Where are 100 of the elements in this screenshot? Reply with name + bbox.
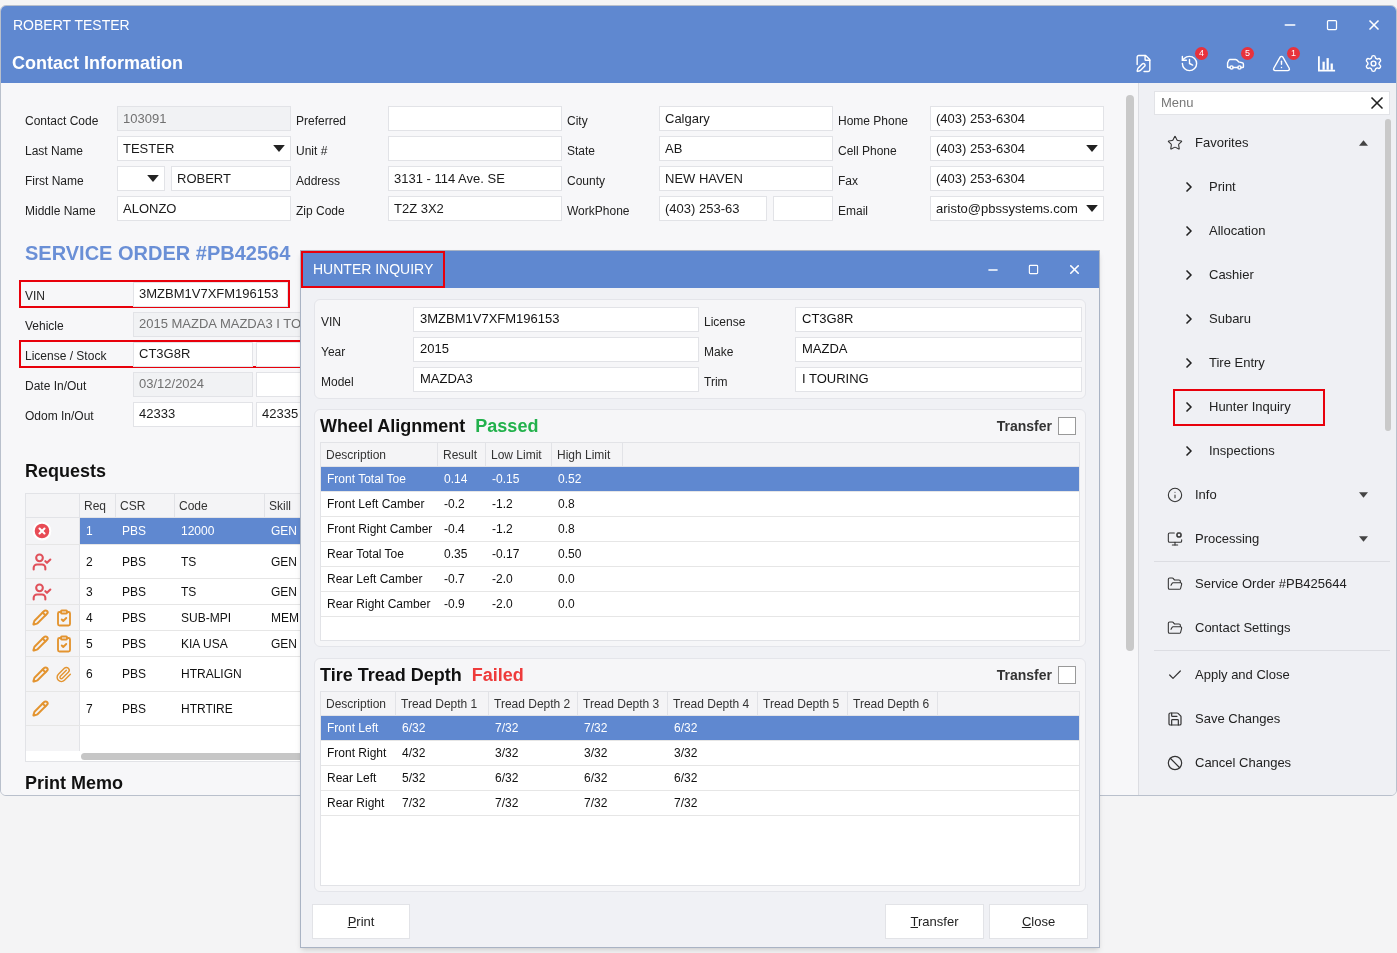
dropdown-caret-icon[interactable] (1359, 536, 1368, 542)
menu-item[interactable]: Save Changes (1154, 697, 1390, 741)
text-field[interactable]: CT3G8R (795, 306, 1082, 332)
menu-item[interactable]: Inspections (1173, 432, 1325, 470)
menu-search-input[interactable]: Menu (1161, 93, 1367, 113)
text-field[interactable]: NEW HAVEN (659, 166, 833, 191)
text-field[interactable]: CT3G8R (133, 341, 253, 367)
menu-item[interactable]: Favorites (1154, 121, 1390, 165)
menu-item[interactable]: Tire Entry (1173, 344, 1325, 382)
text-field[interactable] (256, 371, 301, 397)
menu-item[interactable]: Service Order #PB425644 (1154, 562, 1390, 606)
dropdown-field[interactable]: (403) 253-6304 (930, 136, 1104, 161)
field-label: Zip Code (296, 202, 346, 220)
text-field[interactable]: T2Z 3X2 (388, 196, 562, 221)
info-icon (1167, 487, 1183, 503)
dropdown-caret-icon[interactable] (1086, 145, 1098, 152)
menu-item[interactable]: Contact Settings (1154, 606, 1390, 650)
text-field[interactable]: 03/12/2024 (133, 371, 253, 397)
settings-icon[interactable] (1363, 54, 1383, 73)
table-cell-text: 2 (85, 553, 94, 571)
bar-chart-icon[interactable] (1318, 55, 1336, 72)
field-label: County (567, 172, 607, 190)
dropdown-field[interactable] (117, 166, 165, 191)
table-cell-text: MEM (270, 609, 300, 627)
table-cell-text: KIA USA (180, 635, 229, 653)
text-field[interactable]: ROBERT (171, 166, 291, 191)
table-cell-text: 7/32 (494, 795, 520, 812)
menu-search-field[interactable]: Menu (1154, 91, 1390, 115)
vertical-scrollbar[interactable] (1126, 95, 1134, 651)
dialog-button[interactable]: Transfer (885, 904, 984, 939)
column-header: Low Limit (486, 443, 552, 466)
table-cell-text: 0.8 (557, 496, 576, 513)
text-field[interactable]: 103091 (117, 106, 291, 131)
collapse-caret-icon[interactable] (1359, 140, 1368, 146)
vertical-scrollbar[interactable] (1385, 119, 1391, 431)
table-cell-text: 0.0 (557, 596, 576, 613)
table-cell-text: Front Left Camber (326, 496, 426, 513)
text-field[interactable]: AB (659, 136, 833, 161)
text-field[interactable]: 3131 - 114 Ave. SE (388, 166, 562, 191)
dropdown-caret-icon[interactable] (147, 175, 159, 182)
table-cell-text: 5 (85, 635, 94, 653)
menu-item[interactable]: Allocation (1173, 212, 1325, 250)
table-cell-text: 7/32 (583, 720, 609, 737)
text-field[interactable]: ALONZO (117, 196, 291, 221)
field-label: VIN (321, 314, 342, 331)
menu-item[interactable]: Info (1154, 473, 1390, 517)
field-label: Trim (703, 374, 729, 391)
dialog-button[interactable]: Close (989, 904, 1088, 939)
dropdown-field[interactable]: aristo@pbssystems.com (930, 196, 1104, 221)
text-field[interactable] (388, 136, 562, 161)
column-header: Description (321, 692, 396, 715)
text-field[interactable] (256, 341, 301, 367)
table-row[interactable]: 1 PBS 12000 GEN (80, 518, 301, 544)
table-row[interactable]: Front Left 6/32 7/32 7/32 6/32 (321, 716, 1079, 741)
document-edit-icon[interactable] (1133, 54, 1153, 73)
text-field[interactable]: 2015 (413, 336, 699, 362)
horizontal-scrollbar[interactable] (81, 752, 301, 760)
warning-icon[interactable] (1271, 54, 1291, 73)
field-label: Odom In/Out (24, 408, 95, 425)
maximize-icon[interactable] (1028, 264, 1039, 275)
text-field[interactable] (388, 106, 562, 131)
text-field[interactable]: 3MZBM1V7XFM196153 (413, 306, 699, 332)
table-cell-text: 1 (85, 523, 94, 540)
menu-item[interactable]: Cancel Changes (1154, 741, 1390, 785)
menu-item[interactable]: Subaru (1173, 300, 1325, 338)
transfer-checkbox[interactable] (1058, 417, 1076, 435)
table-cell-text: 7 (85, 700, 94, 718)
text-field[interactable]: (403) 253-63 (659, 196, 767, 221)
table-cell-text: Front Right Camber (326, 521, 434, 538)
menu-item[interactable]: Cashier (1173, 256, 1325, 294)
text-field[interactable]: I TOURING (795, 366, 1082, 392)
text-field[interactable]: MAZDA (795, 336, 1082, 362)
menu-item[interactable]: Apply and Close (1154, 653, 1390, 697)
dropdown-caret-icon[interactable] (1359, 492, 1368, 498)
transfer-checkbox[interactable] (1058, 666, 1076, 684)
table-row[interactable]: Front Total Toe 0.14 -0.15 0.52 (321, 467, 1079, 492)
maximize-icon[interactable] (1326, 19, 1338, 31)
table-cell-text: 6/32 (673, 720, 699, 737)
status-text: Failed (471, 663, 524, 687)
star-icon (1167, 135, 1183, 151)
history-icon[interactable] (1179, 54, 1199, 73)
table-cell-text: 3/32 (494, 745, 520, 762)
menu-item[interactable]: Print (1173, 168, 1325, 206)
text-field[interactable]: MAZDA3 (413, 366, 699, 392)
text-field[interactable]: 42335 (256, 401, 301, 427)
menu-item[interactable]: Hunter Inquiry (1173, 388, 1325, 426)
menu-item[interactable]: Processing (1154, 517, 1390, 561)
dropdown-caret-icon[interactable] (273, 145, 285, 152)
text-field[interactable] (773, 196, 833, 221)
text-field[interactable]: 2015 MAZDA MAZDA3 I TO (133, 311, 301, 337)
print-button[interactable]: Print (312, 904, 410, 939)
text-field[interactable]: Calgary (659, 106, 833, 131)
text-field[interactable]: 3MZBM1V7XFM196153 (133, 281, 288, 307)
text-field[interactable]: (403) 253-6304 (930, 106, 1104, 131)
dropdown-caret-icon[interactable] (1086, 205, 1098, 212)
table-cell-text: -0.17 (491, 546, 521, 563)
dropdown-field[interactable]: TESTER (117, 136, 291, 161)
text-field[interactable]: (403) 253-6304 (930, 166, 1104, 191)
table-cell-text: 3/32 (583, 745, 609, 762)
text-field[interactable]: 42333 (133, 401, 253, 427)
